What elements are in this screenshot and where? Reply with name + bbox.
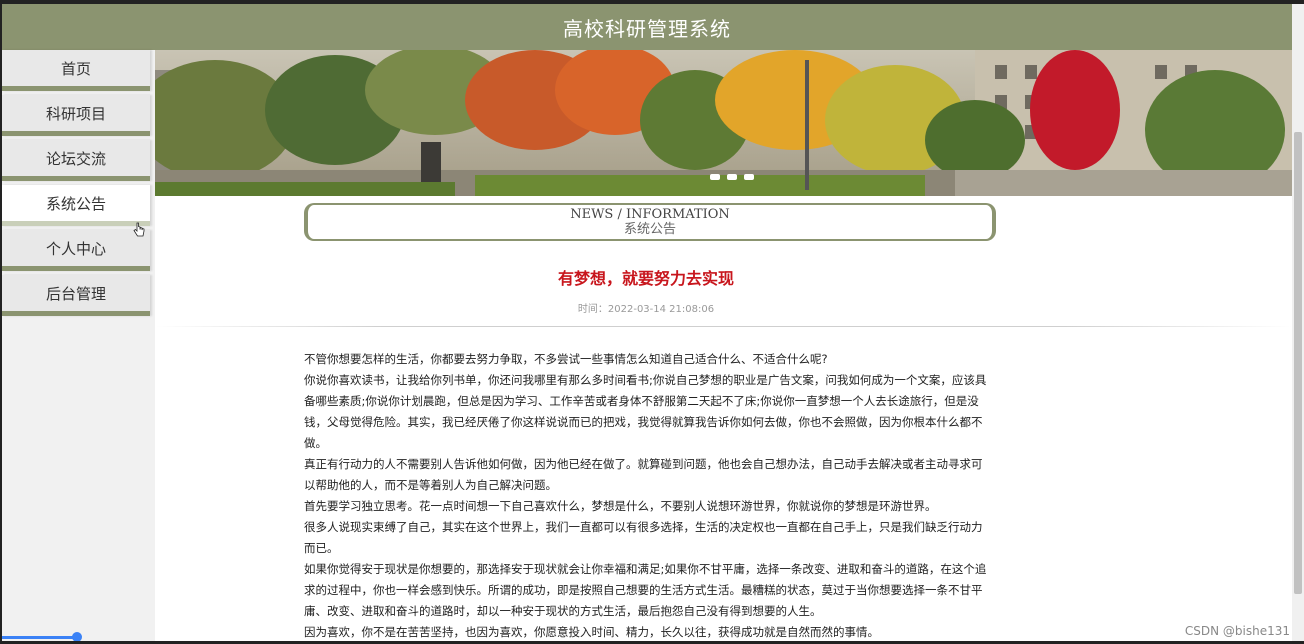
sidebar-item-label: 个人中心 [45, 239, 106, 258]
article-paragraph: 你说你喜欢读书，让我给你列书单，你还问我哪里有那么多时间看书;你说自己梦想的职业… [304, 373, 987, 450]
sidebar-item-label: 科研项目 [45, 104, 106, 123]
sidebar-item-label: 后台管理 [45, 284, 106, 303]
article-paragraph: 首先要学习独立思考。花一点时间想一下自己喜欢什么，梦想是什么，不要别人说想环游世… [304, 499, 937, 513]
sidebar-item-admin[interactable]: 后台管理 [2, 275, 150, 316]
campus-banner-image [155, 50, 1292, 196]
site-header: 高校科研管理系统 [2, 4, 1292, 50]
section-title-cn: 系统公告 [623, 222, 676, 237]
page-scrollbar[interactable] [1292, 4, 1304, 641]
section-title-en: NEWS / INFORMATION [570, 207, 730, 222]
article-paragraph: 真正有行动力的人不需要别人告诉他如何做，因为他已经在做了。就算碰到问题，他也会自… [304, 457, 983, 492]
article-paragraph: 因为喜欢，你不是在苦苦坚持，也因为喜欢，你愿意投入时间、精力，长久以往，获得成功… [304, 625, 879, 639]
section-heading-box: NEWS / INFORMATION 系统公告 [304, 203, 996, 241]
sidebar-item-announcements[interactable]: 系统公告 [2, 185, 150, 226]
scrollbar-thumb[interactable] [1294, 132, 1302, 594]
sidebar-item-label: 论坛交流 [45, 149, 106, 168]
sidebar: 首页 科研项目 论坛交流 系统公告 个人中心 后台管理 [2, 50, 155, 644]
csdn-watermark: CSDN @bishe131 [1184, 624, 1290, 638]
article-paragraph: 很多人说现实束缚了自己，其实在这个世界上，我们一直都可以有很多选择，生活的决定权… [304, 520, 983, 555]
article-body: 不管你想要怎样的生活，你都要去努力争取，不多尝试一些事情怎么知道自己适合什么、不… [304, 349, 990, 643]
site-title: 高校科研管理系统 [563, 16, 731, 41]
article-title: 有梦想，就要努力去实现 [557, 269, 734, 288]
main-content: NEWS / INFORMATION 系统公告 有梦想，就要努力去实现 时间：2… [155, 50, 1292, 644]
banner-carousel-dots[interactable] [710, 174, 754, 180]
hand-cursor-icon [133, 222, 145, 237]
sidebar-item-personal-center[interactable]: 个人中心 [2, 230, 150, 271]
sidebar-item-research-projects[interactable]: 科研项目 [2, 95, 150, 136]
sidebar-item-forum[interactable]: 论坛交流 [2, 140, 150, 181]
sidebar-item-label: 首页 [60, 59, 91, 78]
sidebar-item-home[interactable]: 首页 [2, 50, 150, 91]
bottom-slider-track[interactable] [2, 636, 78, 639]
sidebar-item-label: 系统公告 [45, 194, 106, 213]
article-paragraph: 如果你觉得安于现状是你想要的，那选择安于现状就会让你幸福和满足;如果你不甘平庸，… [304, 562, 987, 618]
article-paragraph: 不管你想要怎样的生活，你都要去努力争取，不多尝试一些事情怎么知道自己适合什么、不… [304, 352, 828, 366]
divider [155, 326, 1292, 327]
article-timestamp: 时间：2022-03-14 21:08:06 [577, 304, 715, 315]
